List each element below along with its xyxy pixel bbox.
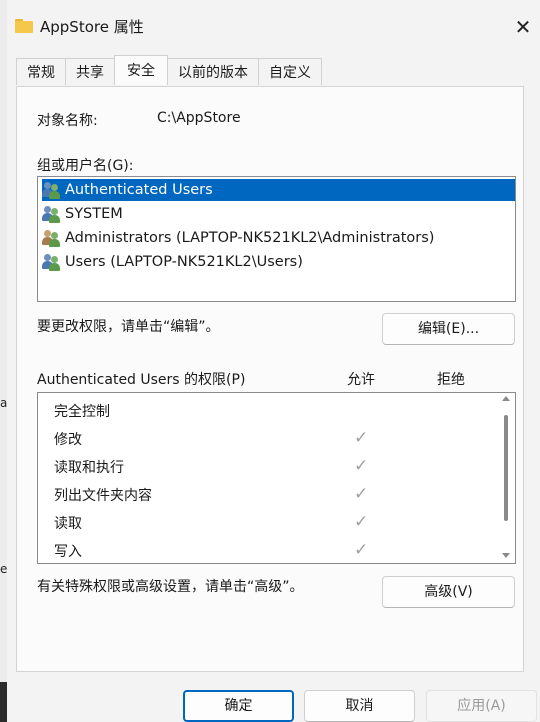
advanced-settings-hint: 有关特殊权限或高级设置，请单击“高级”。 — [37, 579, 304, 595]
users-group-icon — [42, 253, 61, 271]
user-list-item-users[interactable]: Users (LAPTOP-NK521KL2\Users) — [42, 251, 303, 273]
title-bar: AppStore 属性 ✕ — [0, 0, 540, 54]
deny-column-header: 拒绝 — [437, 372, 465, 388]
window-title: AppStore 属性 — [40, 18, 144, 36]
allow-column-header: 允许 — [347, 372, 375, 388]
permission-name: 写入 — [54, 544, 82, 560]
permission-name: 读取和执行 — [54, 460, 124, 476]
apply-button: 应用(A) — [426, 690, 537, 722]
permissions-list[interactable]: 完全控制 修改 ✓ 读取和执行 ✓ 列出文件夹内容 ✓ 读取 ✓ 写入 ✓ — [37, 392, 516, 564]
user-name: SYSTEM — [65, 206, 123, 222]
tab-sharing[interactable]: 共享 — [65, 58, 115, 85]
background-window-edge: a e — [0, 0, 7, 722]
tab-previous-versions[interactable]: 以前的版本 — [167, 58, 259, 85]
user-listbox[interactable]: Authenticated Users SYSTEM Administrator… — [37, 176, 516, 302]
allow-check-icon: ✓ — [354, 428, 369, 448]
tab-security[interactable]: 安全 — [114, 55, 168, 85]
background-text-fragment: e — [0, 562, 8, 576]
allow-check-icon: ✓ — [354, 456, 369, 476]
scroll-down-icon[interactable] — [502, 553, 510, 558]
allow-check-icon: ✓ — [354, 484, 369, 504]
permission-row-write: 写入 ✓ — [38, 537, 498, 563]
permission-name: 修改 — [54, 432, 82, 448]
users-group-icon — [42, 181, 61, 199]
permission-name: 列出文件夹内容 — [54, 488, 152, 504]
tab-bar: 常规 共享 安全 以前的版本 自定义 — [16, 55, 322, 86]
permission-row-full-control: 完全控制 — [38, 397, 498, 425]
user-name: Authenticated Users — [65, 182, 213, 198]
permission-row-read: 读取 ✓ — [38, 509, 498, 537]
ok-button[interactable]: 确定 — [183, 690, 294, 722]
user-name: Users (LAPTOP-NK521KL2\Users) — [65, 254, 303, 270]
permissions-scrollbar[interactable] — [497, 393, 515, 563]
background-taskbar-fragment — [0, 682, 7, 722]
tab-customize[interactable]: 自定义 — [258, 58, 322, 85]
user-list-item-authenticated-users[interactable]: Authenticated Users — [42, 179, 515, 201]
edit-permissions-hint: 要更改权限，请单击“编辑”。 — [37, 319, 220, 335]
user-list-item-system[interactable]: SYSTEM — [42, 203, 123, 225]
tab-general[interactable]: 常规 — [16, 58, 66, 85]
permission-row-read-execute: 读取和执行 ✓ — [38, 453, 498, 481]
object-name-label: 对象名称: — [37, 113, 98, 129]
permissions-title: Authenticated Users 的权限(P) — [37, 372, 246, 388]
permission-name: 读取 — [54, 516, 82, 532]
folder-icon — [15, 19, 33, 33]
scroll-up-icon[interactable] — [502, 396, 510, 401]
background-text-fragment: a — [0, 396, 8, 410]
group-or-user-label: 组或用户名(G): — [37, 158, 134, 174]
security-tab-panel: 对象名称: C:\AppStore 组或用户名(G): Authenticate… — [16, 86, 524, 672]
permission-row-list-folder: 列出文件夹内容 ✓ — [38, 481, 498, 509]
permission-row-modify: 修改 ✓ — [38, 425, 498, 453]
cancel-button[interactable]: 取消 — [304, 690, 415, 722]
permission-name: 完全控制 — [54, 404, 110, 420]
advanced-button[interactable]: 高级(V) — [382, 576, 515, 608]
allow-check-icon: ✓ — [354, 540, 369, 560]
users-group-icon — [42, 205, 61, 223]
users-group-icon — [42, 229, 61, 247]
user-name: Administrators (LAPTOP-NK521KL2\Administ… — [65, 230, 435, 246]
edit-button[interactable]: 编辑(E)... — [382, 313, 515, 345]
close-icon[interactable]: ✕ — [508, 12, 538, 42]
user-list-item-administrators[interactable]: Administrators (LAPTOP-NK521KL2\Administ… — [42, 227, 434, 249]
object-name-value: C:\AppStore — [157, 110, 241, 126]
allow-check-icon: ✓ — [354, 512, 369, 532]
scroll-thumb[interactable] — [504, 415, 508, 521]
